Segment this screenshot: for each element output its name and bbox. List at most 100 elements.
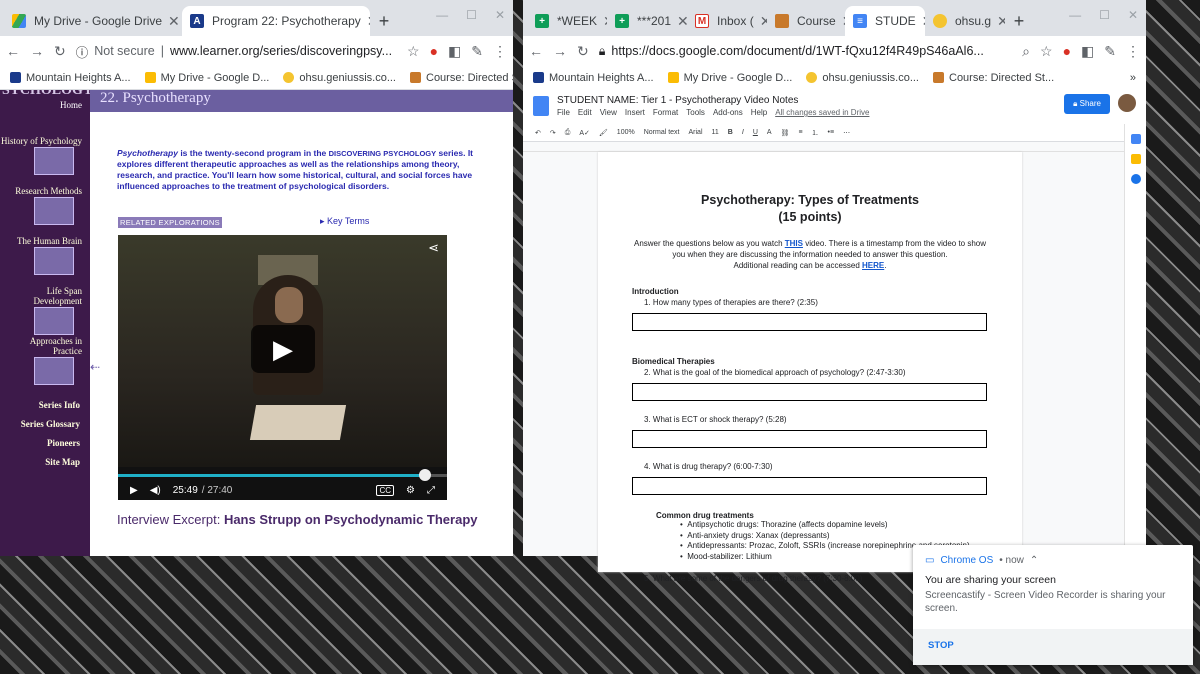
close-icon[interactable]: ✕ <box>916 13 925 30</box>
minimize-icon[interactable]: — <box>436 8 448 22</box>
video-scrubber-knob[interactable] <box>418 469 431 481</box>
pioneers-link[interactable]: Pioneers <box>47 438 80 448</box>
series-glossary-link[interactable]: Series Glossary <box>21 419 80 429</box>
bold-icon[interactable]: B <box>728 129 733 136</box>
bookmarks-overflow[interactable]: » <box>1130 72 1136 84</box>
close-icon[interactable]: ✕ <box>991 13 1005 30</box>
reload-icon[interactable]: ↻ <box>577 43 589 60</box>
close-icon[interactable]: ✕ <box>162 13 180 30</box>
close-icon[interactable]: ✕ <box>671 13 687 30</box>
series-info-link[interactable]: Series Info <box>39 400 80 410</box>
underline-icon[interactable]: U <box>753 129 758 136</box>
bookmark-item[interactable]: Course: Directed St... <box>933 72 1054 84</box>
extension-icon[interactable]: ◧ <box>448 43 461 60</box>
ruler[interactable] <box>523 142 1146 152</box>
menu-icon[interactable]: ⋮ <box>493 43 507 60</box>
tab-week[interactable]: +*WEEK✕ <box>527 6 607 36</box>
here-link[interactable]: HERE <box>862 261 884 270</box>
close-window-icon[interactable]: ✕ <box>495 8 505 22</box>
redo-icon[interactable]: ↷ <box>550 129 556 137</box>
numbered-list-icon[interactable]: ⒈ <box>812 128 819 138</box>
this-video-link[interactable]: THIS <box>785 239 803 248</box>
font-select[interactable]: Arial <box>689 129 703 136</box>
forward-icon[interactable]: → <box>553 43 567 59</box>
related-explorations-tab[interactable]: RELATED EXPLORATIONS <box>118 217 222 228</box>
collapse-arrow-icon[interactable]: ⇠ <box>90 360 100 374</box>
save-status[interactable]: All changes saved in Drive <box>775 108 869 117</box>
bookmark-item[interactable]: ohsu.geniussis.co... <box>806 72 919 84</box>
extension-icon[interactable]: ◧ <box>1081 43 1094 60</box>
tab-course[interactable]: Course✕ <box>767 6 845 36</box>
series-logo[interactable]: SYCHOLOGY Home <box>0 90 93 112</box>
video-progress-bar[interactable] <box>118 474 447 477</box>
keep-icon[interactable] <box>1130 154 1141 164</box>
forward-icon[interactable]: → <box>30 43 44 59</box>
close-icon[interactable]: ✕ <box>597 13 607 30</box>
menu-format[interactable]: Format <box>653 108 678 117</box>
paint-format-icon[interactable]: 🖌︎ <box>599 129 608 137</box>
chevron-up-icon[interactable]: ⌃ <box>1030 555 1038 566</box>
bookmark-item[interactable]: Course: Directed St... <box>410 72 513 84</box>
document-page[interactable]: Psychotherapy: Types of Treatments (15 po… <box>598 152 1022 583</box>
menu-tools[interactable]: Tools <box>686 108 705 117</box>
menu-edit[interactable]: Edit <box>578 108 592 117</box>
link-icon[interactable]: ⛓︎ <box>781 129 790 137</box>
star-icon[interactable]: ☆ <box>407 43 420 60</box>
avatar[interactable] <box>1118 94 1136 112</box>
close-icon[interactable]: ✕ <box>361 13 370 30</box>
print-icon[interactable]: ⎙ <box>565 129 571 137</box>
tab-student-doc[interactable]: ≡STUDE✕ <box>845 6 925 36</box>
zoom-select[interactable]: 100% <box>617 129 635 136</box>
tab-ohsu[interactable]: ohsu.g ✕ <box>925 6 1005 36</box>
back-icon[interactable]: ← <box>6 43 20 59</box>
side-nav-approaches[interactable]: Approaches in Practice <box>0 336 90 385</box>
bookmark-item[interactable]: Mountain Heights A... <box>10 72 131 84</box>
minimize-icon[interactable]: — <box>1069 8 1081 22</box>
settings-icon[interactable]: ⚙ <box>406 485 415 496</box>
edit-icon[interactable]: ✎ <box>471 43 483 60</box>
side-nav-brain[interactable]: The Human Brain <box>0 236 90 275</box>
answer-box-4[interactable] <box>632 477 987 495</box>
answer-box-1[interactable] <box>632 313 987 331</box>
menu-view[interactable]: View <box>600 108 617 117</box>
side-nav-lifespan[interactable]: Life Span Development <box>0 286 90 335</box>
site-map-link[interactable]: Site Map <box>45 457 80 467</box>
new-tab-button[interactable]: + <box>370 6 398 36</box>
spellcheck-icon[interactable]: A✓ <box>579 129 590 137</box>
reload-icon[interactable]: ↻ <box>54 43 66 60</box>
maximize-icon[interactable]: ☐ <box>466 8 477 22</box>
close-icon[interactable]: ✕ <box>754 13 767 30</box>
text-color-icon[interactable]: A <box>767 129 772 136</box>
document-title[interactable]: STUDENT NAME: Tier 1 - Psychotherapy Vid… <box>557 95 869 106</box>
stop-button[interactable]: STOP <box>913 629 1193 665</box>
new-tab-button[interactable]: + <box>1005 6 1033 36</box>
edit-icon[interactable]: ✎ <box>1104 43 1116 60</box>
undo-icon[interactable]: ↶ <box>535 129 541 137</box>
bookmark-item[interactable]: Mountain Heights A... <box>533 72 654 84</box>
video-player[interactable]: ▶ ⋖ ▶ ◀) 25:49 / 27:40 CC ⚙ ⤢ <box>118 235 447 500</box>
menu-file[interactable]: File <box>557 108 570 117</box>
fullscreen-icon[interactable]: ⤢ <box>427 485 435 496</box>
volume-icon[interactable]: ◀) <box>150 485 161 496</box>
address-bar[interactable]: ⓘ Not secure | www.learner.org/series/di… <box>76 39 397 63</box>
side-nav-research[interactable]: Research Methods <box>0 186 90 225</box>
menu-insert[interactable]: Insert <box>625 108 645 117</box>
share-icon[interactable]: ⋖ <box>428 240 439 256</box>
bookmark-item[interactable]: My Drive - Google D... <box>144 72 269 84</box>
tab-my-drive[interactable]: My Drive - Google Drive ✕ <box>4 6 182 36</box>
align-icon[interactable]: ≡ <box>798 129 802 136</box>
close-icon[interactable]: ✕ <box>836 13 845 30</box>
interview-excerpt-title[interactable]: Interview Excerpt: Hans Strupp on Psycho… <box>117 512 478 527</box>
tasks-icon[interactable] <box>1130 174 1141 184</box>
menu-icon[interactable]: ⋮ <box>1126 43 1140 60</box>
bookmark-item[interactable]: ohsu.geniussis.co... <box>283 72 396 84</box>
home-link[interactable]: Home <box>2 98 90 112</box>
maximize-icon[interactable]: ☐ <box>1099 8 1110 22</box>
italic-icon[interactable]: I <box>742 129 744 136</box>
tab-inbox[interactable]: M Inbox (✕ <box>687 6 767 36</box>
font-size-select[interactable]: 11 <box>712 129 719 136</box>
answer-box-2[interactable] <box>632 383 987 401</box>
extension-icon[interactable]: ● <box>430 43 438 59</box>
tab-sheet-2019[interactable]: + ***201 ✕ <box>607 6 687 36</box>
docs-logo-icon[interactable] <box>533 96 549 116</box>
